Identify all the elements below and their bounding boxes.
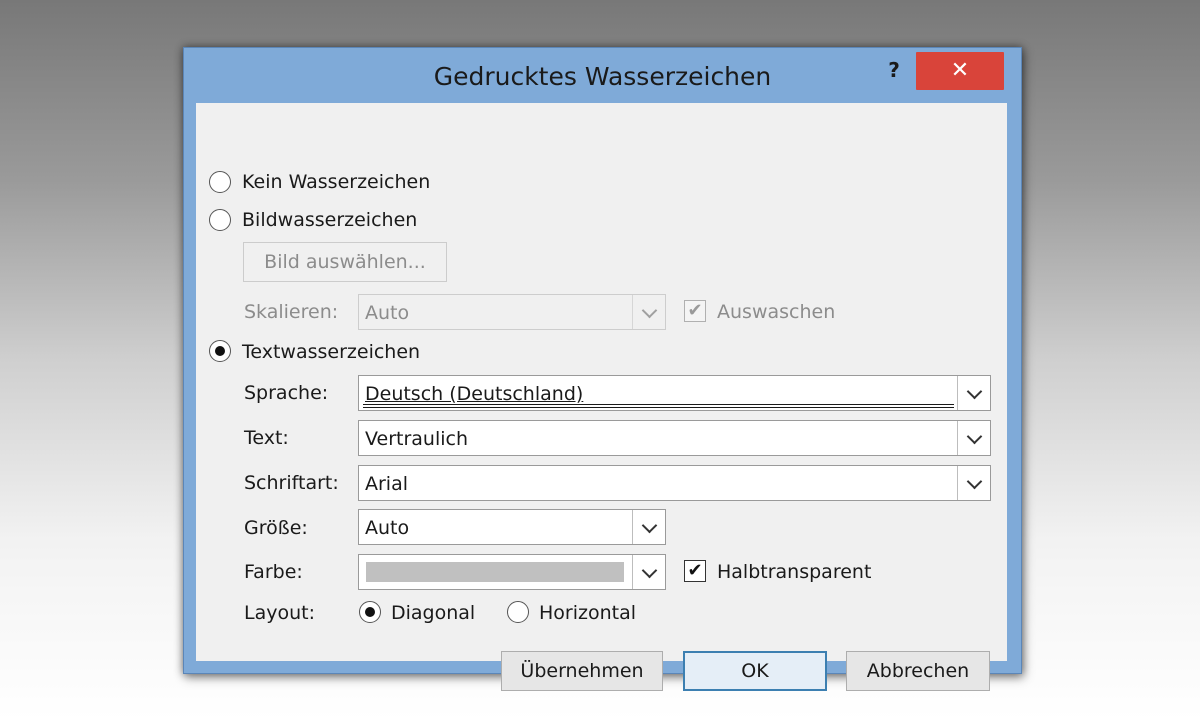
scale-label: Skalieren: (244, 301, 339, 323)
washout-checkbox[interactable]: ✔ (684, 300, 706, 322)
watermark-dialog: Gedrucktes Wasserzeichen ? ✕ Kein Wasser… (183, 47, 1022, 691)
language-label: Sprache: (244, 382, 329, 404)
font-label: Schriftart: (244, 472, 339, 494)
ok-button[interactable]: OK (683, 651, 827, 691)
language-value: Deutsch (Deutschland) (365, 383, 584, 405)
color-combobox[interactable] (358, 554, 666, 590)
color-swatch (366, 562, 624, 582)
layout-diagonal-label[interactable]: Diagonal (391, 602, 475, 624)
select-image-button[interactable]: Bild auswählen... (243, 242, 447, 282)
semitransparent-checkbox[interactable]: ✔ (684, 560, 706, 582)
radio-layout-diagonal[interactable] (359, 601, 381, 623)
font-combobox[interactable]: Arial (358, 465, 991, 501)
close-icon: ✕ (950, 58, 970, 83)
help-button[interactable]: ? (882, 56, 906, 84)
radio-text-watermark[interactable] (209, 340, 231, 362)
radio-image-watermark[interactable] (209, 209, 231, 231)
chevron-down-icon[interactable] (632, 295, 665, 329)
dialog-client-area: Kein Wasserzeichen Bildwasserzeichen Bil… (196, 103, 1007, 691)
font-value: Arial (365, 473, 409, 495)
apply-button[interactable]: Übernehmen (501, 651, 663, 691)
semitransparent-label[interactable]: Halbtransparent (717, 561, 871, 583)
layout-horizontal-label[interactable]: Horizontal (539, 602, 636, 624)
chevron-down-icon[interactable] (632, 555, 665, 589)
text-watermark-label[interactable]: Textwasserzeichen (242, 341, 420, 363)
scale-value: Auto (365, 302, 410, 324)
cancel-button[interactable]: Abbrechen (846, 651, 990, 691)
text-combobox[interactable]: Vertraulich (358, 420, 991, 456)
no-watermark-label[interactable]: Kein Wasserzeichen (242, 171, 430, 193)
close-button[interactable]: ✕ (916, 52, 1004, 90)
image-watermark-label[interactable]: Bildwasserzeichen (242, 209, 417, 231)
chevron-down-icon[interactable] (957, 421, 990, 455)
radio-layout-horizontal[interactable] (507, 601, 529, 623)
chevron-down-icon[interactable] (957, 466, 990, 500)
chevron-down-icon[interactable] (957, 376, 990, 410)
chevron-down-icon[interactable] (632, 510, 665, 544)
text-label: Text: (244, 427, 289, 449)
size-combobox[interactable]: Auto (358, 509, 666, 545)
size-label: Größe: (244, 517, 308, 539)
size-value: Auto (365, 517, 410, 539)
language-combobox[interactable]: Deutsch (Deutschland) (358, 375, 991, 411)
scale-combobox[interactable]: Auto (358, 294, 666, 330)
text-value: Vertraulich (365, 428, 469, 450)
color-label: Farbe: (244, 561, 303, 583)
radio-no-watermark[interactable] (209, 171, 231, 193)
washout-label[interactable]: Auswaschen (717, 301, 835, 323)
layout-label: Layout: (244, 602, 315, 624)
focus-underline (363, 404, 954, 408)
